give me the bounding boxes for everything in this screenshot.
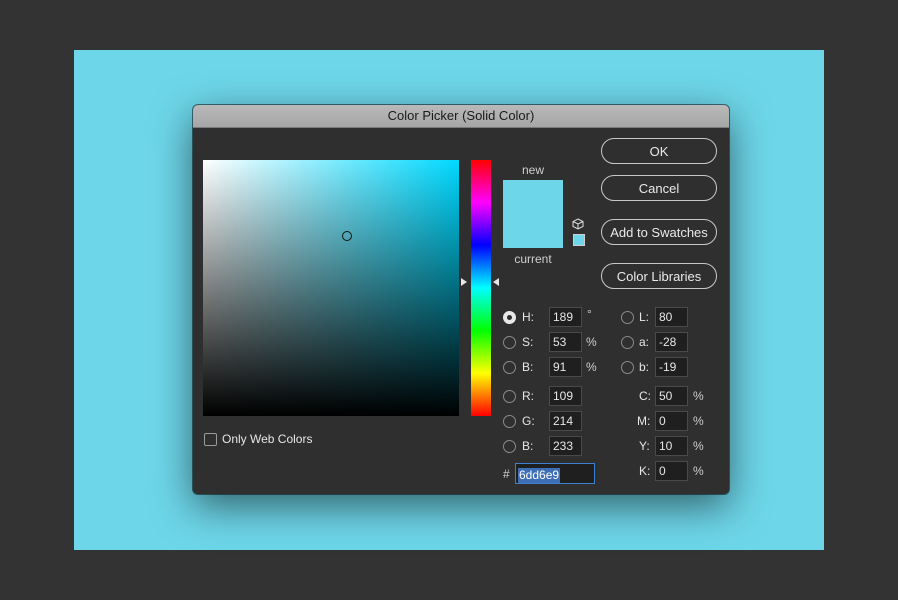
blue-input[interactable]: 233 — [549, 436, 582, 456]
brightness-input[interactable]: 91 — [549, 357, 582, 377]
lab-l-input[interactable]: 80 — [655, 307, 688, 327]
cyan-label: C: — [639, 389, 651, 403]
yellow-label: Y: — [639, 439, 650, 453]
color-picker-dialog: Color Picker (Solid Color) new current O… — [193, 105, 729, 494]
dialog-title: Color Picker (Solid Color) — [193, 105, 729, 128]
magenta-label: M: — [637, 414, 651, 428]
saturation-unit: % — [586, 335, 597, 349]
color-field-cursor[interactable] — [342, 231, 352, 241]
hue-unit: ° — [587, 307, 592, 321]
black-input[interactable]: 0 — [655, 461, 688, 481]
hue-radio[interactable] — [503, 311, 516, 324]
green-label: G: — [522, 414, 535, 428]
yellow-input[interactable]: 10 — [655, 436, 688, 456]
red-input[interactable]: 109 — [549, 386, 582, 406]
color-field[interactable] — [203, 160, 459, 416]
web-safe-swatch-icon[interactable] — [573, 234, 585, 246]
hue-input[interactable]: 189 — [549, 307, 582, 327]
lab-b-radio[interactable] — [621, 361, 634, 374]
magenta-input[interactable]: 0 — [655, 411, 688, 431]
lab-a-input[interactable]: -28 — [655, 332, 688, 352]
hue-slider[interactable] — [471, 160, 491, 416]
blue-radio[interactable] — [503, 440, 516, 453]
hex-input[interactable]: 6dd6e9 — [515, 463, 595, 484]
hue-slider-right-arrow-icon[interactable] — [493, 278, 499, 286]
red-radio[interactable] — [503, 390, 516, 403]
cancel-button[interactable]: Cancel — [601, 175, 717, 201]
cyan-input[interactable]: 50 — [655, 386, 688, 406]
lab-b-label: b: — [639, 360, 650, 374]
hex-prefix: # — [503, 467, 510, 481]
brightness-radio[interactable] — [503, 361, 516, 374]
hue-slider-left-arrow-icon[interactable] — [461, 278, 467, 286]
hex-value[interactable]: 6dd6e9 — [518, 468, 561, 483]
blue-label: B: — [522, 439, 534, 453]
cyan-unit: % — [693, 389, 704, 403]
add-to-swatches-button[interactable]: Add to Swatches — [601, 219, 717, 245]
black-label: K: — [639, 464, 651, 478]
saturation-radio[interactable] — [503, 336, 516, 349]
only-web-colors-checkbox[interactable] — [204, 433, 217, 446]
lab-b-input[interactable]: -19 — [655, 357, 688, 377]
green-input[interactable]: 214 — [549, 411, 582, 431]
hue-label: H: — [522, 310, 534, 324]
black-unit: % — [693, 464, 704, 478]
color-libraries-button[interactable]: Color Libraries — [601, 263, 717, 289]
ok-button[interactable]: OK — [601, 138, 717, 164]
only-web-colors-label: Only Web Colors — [222, 432, 313, 446]
red-label: R: — [522, 389, 534, 403]
lab-l-label: L: — [639, 310, 650, 324]
green-radio[interactable] — [503, 415, 516, 428]
brightness-label: B: — [522, 360, 534, 374]
current-color-label: current — [514, 252, 552, 266]
color-preview-swatch — [503, 180, 563, 248]
out-of-gamut-cube-icon[interactable] — [572, 218, 584, 230]
lab-l-radio[interactable] — [621, 311, 634, 324]
saturation-input[interactable]: 53 — [549, 332, 582, 352]
lab-a-radio[interactable] — [621, 336, 634, 349]
magenta-unit: % — [693, 414, 704, 428]
saturation-label: S: — [522, 335, 534, 349]
lab-a-label: a: — [639, 335, 650, 349]
new-color-label: new — [521, 163, 544, 177]
brightness-unit: % — [586, 360, 597, 374]
yellow-unit: % — [693, 439, 704, 453]
